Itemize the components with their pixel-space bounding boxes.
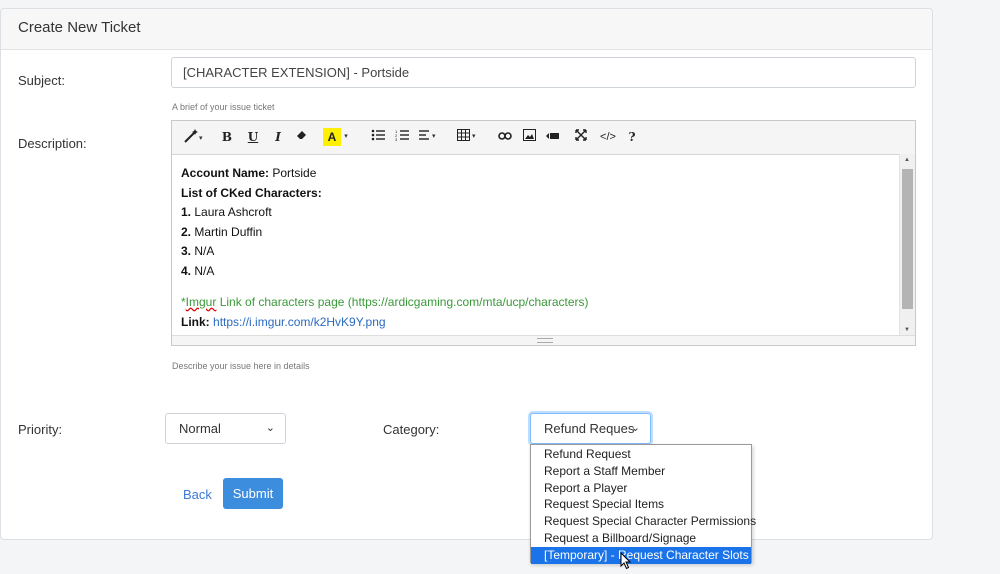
grip-icon xyxy=(537,338,553,343)
table-icon[interactable]: ▾ xyxy=(457,128,479,146)
editor-toolbar: ▾ B U I A ▾ 123 ▾ ▾ </> ? xyxy=(172,121,915,155)
imgur-note: *Imgur Link of characters page (https://… xyxy=(181,295,589,309)
imgur-link[interactable]: https://i.imgur.com/k2HvK9Y.png xyxy=(213,315,386,329)
align-icon[interactable]: ▾ xyxy=(419,128,439,146)
category-option-highlighted[interactable]: [Temporary] - Request Character Slots xyxy=(531,546,751,564)
bold-button[interactable]: B xyxy=(220,128,234,146)
image-icon[interactable] xyxy=(521,128,537,146)
svg-text:▾: ▾ xyxy=(199,135,203,142)
submit-button[interactable]: Submit xyxy=(223,478,283,509)
list-item: 4. N/A xyxy=(181,263,215,278)
description-help-text: Describe your issue here in details xyxy=(172,361,310,371)
chevron-down-icon: ⌄ xyxy=(630,422,640,434)
category-select[interactable]: Refund Reques ⌄ xyxy=(530,413,651,444)
svg-text:3: 3 xyxy=(395,137,398,141)
list-item: 1. Laura Ashcroft xyxy=(181,205,272,219)
magic-wand-icon[interactable]: ▾ xyxy=(182,128,206,146)
scroll-up-arrow-icon[interactable]: ▲ xyxy=(904,157,910,163)
numbered-list-icon[interactable]: 123 xyxy=(394,128,410,146)
bullet-list-icon[interactable] xyxy=(370,128,386,146)
back-button[interactable]: Back xyxy=(183,487,212,502)
link-icon[interactable] xyxy=(497,128,513,146)
video-icon[interactable] xyxy=(544,128,560,146)
underline-button[interactable]: U xyxy=(246,128,260,146)
category-option[interactable]: Request a Billboard/Signage xyxy=(531,530,751,547)
description-editor: ▾ B U I A ▾ 123 ▾ ▾ </> ? Account Name: … xyxy=(171,120,916,346)
eraser-icon[interactable] xyxy=(295,128,309,146)
italic-button[interactable]: I xyxy=(272,128,284,146)
scroll-thumb[interactable] xyxy=(902,169,913,309)
card-header: Create New Ticket xyxy=(1,9,932,50)
editor-scrollbar[interactable]: ▲ ▼ xyxy=(899,154,915,336)
priority-select[interactable]: Normal ⌄ xyxy=(165,413,286,444)
priority-label: Priority: xyxy=(18,422,63,437)
mouse-cursor-icon xyxy=(620,552,632,570)
list-item: 2. Martin Duffin xyxy=(181,224,263,239)
category-label: Category: xyxy=(383,422,440,437)
subject-input[interactable]: [CHARACTER EXTENSION] - Portside xyxy=(171,57,916,88)
subject-help-text: A brief of your issue ticket xyxy=(172,102,275,112)
highlight-color-button[interactable]: A xyxy=(323,128,341,146)
scroll-down-arrow-icon[interactable]: ▼ xyxy=(904,327,910,333)
category-option[interactable]: Refund Request xyxy=(531,446,751,463)
chevron-down-icon[interactable]: ▾ xyxy=(342,128,350,146)
account-line: Account Name: Portside xyxy=(181,166,317,180)
fullscreen-icon[interactable] xyxy=(574,128,588,146)
subject-label: Subject: xyxy=(18,73,65,88)
svg-text:▾: ▾ xyxy=(432,133,436,140)
editor-content[interactable]: Account Name: Portside List of CKed Char… xyxy=(172,154,899,336)
editor-resize-handle[interactable] xyxy=(172,335,915,345)
page-title: Create New Ticket xyxy=(18,19,141,36)
link-line: Link: https://i.imgur.com/k2HvK9Y.png xyxy=(181,314,386,329)
chevron-down-icon: ⌄ xyxy=(265,422,275,434)
help-button[interactable]: ? xyxy=(626,128,638,146)
list-item: 3. N/A xyxy=(181,244,215,258)
category-option[interactable]: Report a Staff Member xyxy=(531,463,751,480)
code-view-button[interactable]: </> xyxy=(598,128,618,146)
category-option[interactable]: Report a Player xyxy=(531,480,751,497)
category-option[interactable]: Request Special Character Permissions xyxy=(531,513,756,530)
list-heading: List of CKed Characters: xyxy=(181,185,322,200)
svg-text:▾: ▾ xyxy=(472,133,476,140)
category-dropdown: Refund Request Report a Staff Member Rep… xyxy=(530,444,756,564)
description-label: Description: xyxy=(18,136,87,151)
category-option[interactable]: Request Special Items xyxy=(531,496,751,513)
